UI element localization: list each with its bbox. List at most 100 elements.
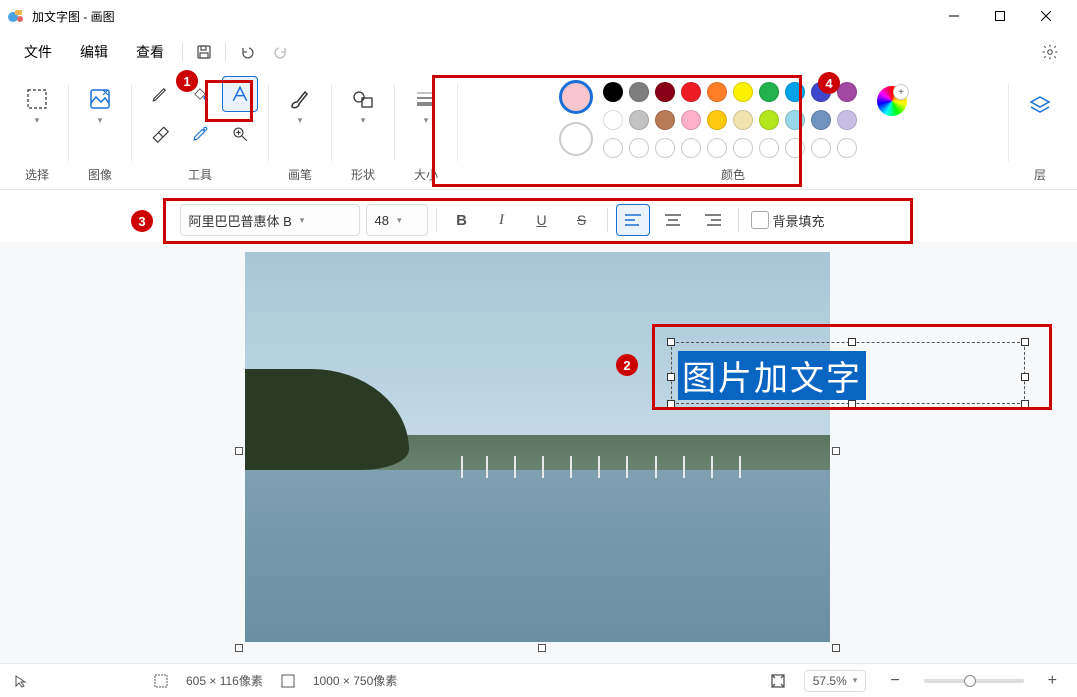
close-button[interactable]: [1023, 0, 1069, 32]
custom-color-slot[interactable]: [707, 138, 727, 158]
custom-color-slot[interactable]: [837, 138, 857, 158]
color-swatch[interactable]: [837, 82, 857, 102]
background-fill-checkbox[interactable]: [751, 211, 769, 229]
group-label-size: 大小: [414, 166, 438, 189]
group-label-colors: 颜色: [721, 166, 745, 189]
text-box[interactable]: 图片加文字: [663, 334, 1033, 412]
color-swatch[interactable]: [811, 110, 831, 130]
ribbon: ▾ 选择 ▾ 图像 工具 ▾ 画笔 ▾ 形状 ▾ 大小: [0, 72, 1077, 190]
color-swatch[interactable]: [681, 110, 701, 130]
background-fill-toggle[interactable]: 背景填充: [747, 211, 829, 230]
color-swatch[interactable]: [629, 82, 649, 102]
zoom-value: 57.5%: [813, 674, 847, 688]
color-swatch[interactable]: [707, 110, 727, 130]
undo-button[interactable]: [230, 35, 264, 69]
color-swatch[interactable]: [603, 110, 623, 130]
layers-button[interactable]: [1019, 76, 1061, 136]
menu-file[interactable]: 文件: [10, 36, 66, 68]
canvas-size-icon: [281, 674, 295, 688]
color-swatch[interactable]: [785, 82, 805, 102]
canvas-area[interactable]: 图片加文字 2: [0, 242, 1077, 682]
color-swatch[interactable]: [837, 110, 857, 130]
separator: [225, 42, 226, 62]
text-tool[interactable]: [222, 76, 258, 112]
secondary-color[interactable]: [559, 122, 593, 156]
menu-edit[interactable]: 编辑: [66, 36, 122, 68]
zoom-select[interactable]: 57.5%▾: [804, 670, 867, 692]
window-title: 加文字图 - 画图: [32, 8, 115, 25]
strikethrough-button[interactable]: S: [565, 204, 599, 236]
brushes-tool[interactable]: ▾: [279, 76, 321, 136]
minimize-button[interactable]: [931, 0, 977, 32]
custom-color-slot[interactable]: [655, 138, 675, 158]
size-tool[interactable]: ▾: [405, 76, 447, 136]
selection-size-icon: [154, 674, 168, 688]
shapes-tool[interactable]: ▾: [342, 76, 384, 136]
font-size-select[interactable]: 48▾: [366, 204, 428, 236]
color-swatch[interactable]: [655, 110, 675, 130]
image-tool[interactable]: ▾: [79, 76, 121, 136]
text-format-toolbar: 阿里巴巴普惠体 B▾ 48▾ B I U S 背景填充: [170, 198, 908, 242]
separator: [182, 42, 183, 62]
color-swatch[interactable]: [759, 110, 779, 130]
custom-color-slot[interactable]: [681, 138, 701, 158]
select-tool[interactable]: ▾: [16, 76, 58, 136]
save-button[interactable]: [187, 35, 221, 69]
align-center-button[interactable]: [656, 204, 690, 236]
background-fill-label: 背景填充: [773, 211, 825, 230]
image-selection-handles[interactable]: [239, 246, 836, 648]
font-family-select[interactable]: 阿里巴巴普惠体 B▾: [180, 204, 360, 236]
color-panel: [551, 76, 915, 158]
zoom-in-button[interactable]: +: [1042, 672, 1063, 690]
custom-color-slot[interactable]: [603, 138, 623, 158]
maximize-button[interactable]: [977, 0, 1023, 32]
canvas-size: 1000 × 750像素: [313, 672, 397, 689]
color-swatch[interactable]: [759, 82, 779, 102]
custom-color-slot[interactable]: [759, 138, 779, 158]
primary-color[interactable]: [559, 80, 593, 114]
settings-button[interactable]: [1033, 35, 1067, 69]
menu-view[interactable]: 查看: [122, 36, 178, 68]
edit-colors-button[interactable]: [877, 86, 907, 116]
annotation-3: 3: [131, 210, 153, 232]
zoom-slider[interactable]: [924, 679, 1024, 683]
group-label-tools: 工具: [188, 166, 212, 189]
text-content[interactable]: 图片加文字: [678, 351, 866, 400]
italic-button[interactable]: I: [485, 204, 519, 236]
eraser-tool[interactable]: [142, 116, 178, 152]
cursor-icon: [14, 674, 28, 688]
align-left-button[interactable]: [616, 204, 650, 236]
color-swatch[interactable]: [733, 110, 753, 130]
color-swatch[interactable]: [733, 82, 753, 102]
fit-screen-button[interactable]: [770, 673, 786, 689]
color-swatch[interactable]: [655, 82, 675, 102]
menu-bar: 文件 编辑 查看: [0, 32, 1077, 72]
annotation-4: 4: [818, 72, 840, 94]
status-bar: 605 × 116像素 1000 × 750像素 57.5%▾ − +: [0, 663, 1077, 697]
pencil-tool[interactable]: [142, 76, 178, 112]
bold-button[interactable]: B: [445, 204, 479, 236]
annotation-1: 1: [176, 70, 198, 92]
picker-tool[interactable]: [182, 116, 218, 152]
redo-button[interactable]: [264, 35, 298, 69]
color-swatch[interactable]: [785, 110, 805, 130]
underline-button[interactable]: U: [525, 204, 559, 236]
canvas-image[interactable]: 图片加文字: [245, 252, 830, 642]
zoom-out-button[interactable]: −: [884, 672, 905, 690]
title-bar: 加文字图 - 画图: [0, 0, 1077, 32]
align-right-button[interactable]: [696, 204, 730, 236]
group-label-layers: 层: [1034, 166, 1046, 189]
color-swatch[interactable]: [629, 110, 649, 130]
custom-color-slot[interactable]: [785, 138, 805, 158]
group-label-select: 选择: [25, 166, 49, 189]
custom-color-slot[interactable]: [811, 138, 831, 158]
font-family-value: 阿里巴巴普惠体 B: [189, 211, 292, 230]
color-swatch[interactable]: [681, 82, 701, 102]
custom-color-slot[interactable]: [629, 138, 649, 158]
group-label-brushes: 画笔: [288, 166, 312, 189]
color-swatch[interactable]: [603, 82, 623, 102]
color-swatch[interactable]: [707, 82, 727, 102]
custom-color-slot[interactable]: [733, 138, 753, 158]
magnifier-tool[interactable]: [222, 116, 258, 152]
app-icon: [8, 8, 24, 24]
